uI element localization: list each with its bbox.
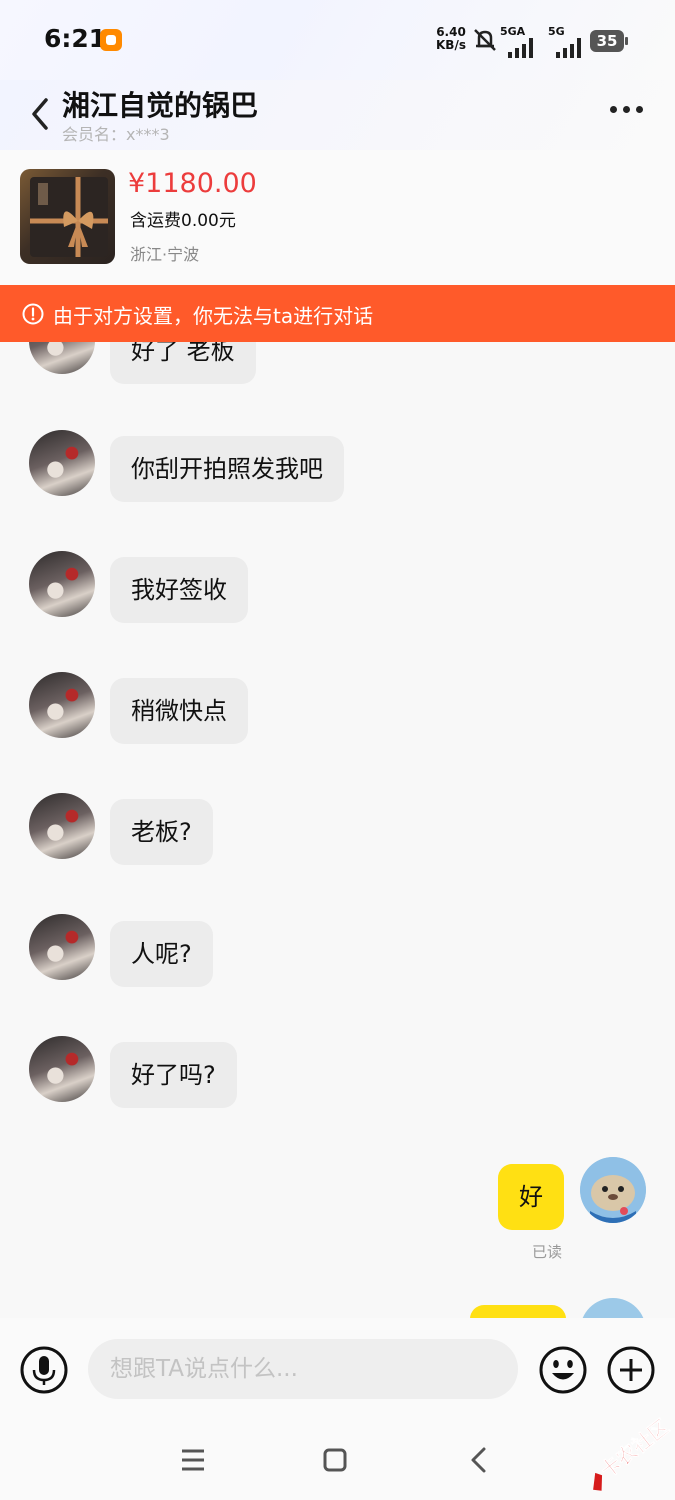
message-bubble[interactable]: 人呢? (110, 921, 213, 987)
message-bubble[interactable]: 老板? (110, 799, 213, 865)
message-bubble[interactable]: 你刮开拍照发我吧 (110, 436, 344, 502)
home-icon[interactable] (323, 1448, 347, 1472)
seller-avatar[interactable] (29, 914, 95, 980)
seller-avatar[interactable] (29, 551, 95, 617)
product-thumbnail[interactable] (20, 169, 115, 264)
signal-5g-icon: 5G (548, 25, 581, 58)
watermark-logo: 卡农社区 (593, 1414, 672, 1491)
shop-name: 湘江自觉的锅巴 (62, 89, 259, 122)
svg-text:卡农社区: 卡农社区 (596, 1414, 672, 1482)
app-notification-icon (100, 29, 122, 51)
seller-avatar[interactable] (29, 793, 95, 859)
back-arrow-icon[interactable] (26, 94, 56, 134)
input-bar (0, 1318, 675, 1418)
battery-icon: 35 (590, 30, 628, 52)
warning-banner: 由于对方设置，你无法与ta进行对话 (0, 285, 675, 342)
mute-bell-icon (474, 29, 496, 51)
nav-back-icon[interactable] (468, 1446, 488, 1474)
status-bar: 6:21 6.40 KB/s 5GA 5G 35 (0, 0, 675, 80)
chat-header: 湘江自觉的锅巴 会员名：x***3 (0, 80, 675, 150)
info-alert-icon (22, 303, 44, 325)
seller-avatar[interactable] (29, 342, 95, 374)
clock: 6:21 (44, 24, 107, 53)
network-speed: 6.40 KB/s (436, 25, 466, 52)
message-bubble[interactable]: 我好签收 (110, 557, 248, 623)
read-status: 已读 (532, 1243, 563, 1261)
seller-avatar[interactable] (29, 430, 95, 496)
warning-text: 由于对方设置，你无法与ta进行对话 (53, 304, 374, 328)
my-avatar[interactable] (580, 1298, 646, 1318)
my-avatar[interactable] (580, 1157, 646, 1223)
message-bubble[interactable]: 好了吗? (110, 1042, 237, 1108)
emoji-icon[interactable] (539, 1346, 587, 1394)
seller-avatar[interactable] (29, 672, 95, 738)
more-options-icon[interactable] (610, 106, 650, 118)
message-input[interactable] (88, 1339, 518, 1399)
seller-location: 浙江·宁波 (130, 245, 200, 264)
message-bubble[interactable]: 好了 老板 (110, 342, 256, 384)
voice-input-icon[interactable] (20, 1346, 68, 1394)
my-message-bubble[interactable] (470, 1305, 566, 1318)
seller-avatar[interactable] (29, 1036, 95, 1102)
shipping-info: 含运费0.00元 (130, 211, 236, 231)
signal-5ga-icon: 5GA (500, 25, 533, 58)
chat-messages[interactable]: 好了 老板 你刮开拍照发我吧 我好签收 稍微快点 老板? 人呢? 好了吗? 好 … (0, 342, 675, 1318)
my-message-bubble[interactable]: 好 (498, 1164, 564, 1230)
product-card[interactable]: ¥1180.00 含运费0.00元 浙江·宁波 (0, 150, 675, 285)
recent-apps-icon[interactable] (180, 1448, 206, 1472)
add-attachment-icon[interactable] (607, 1346, 655, 1394)
product-price: ¥1180.00 (128, 168, 257, 199)
message-bubble[interactable]: 稍微快点 (110, 678, 248, 744)
member-name: 会员名：x***3 (62, 125, 170, 144)
